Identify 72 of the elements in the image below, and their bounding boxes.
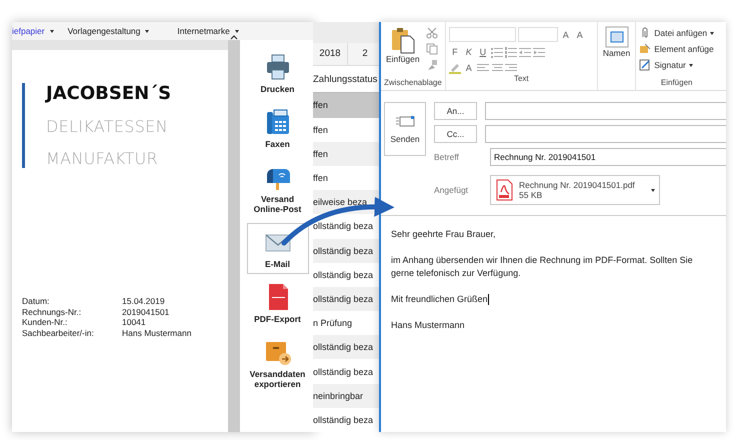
action-button[interactable]: PDF-Export [246,278,308,329]
attachment-name: Rechnung Nr. 2019041501.pdf [519,180,636,190]
detail-value: Hans Mustermann [122,328,192,338]
copy-icon[interactable] [426,43,438,55]
attachment-icon [639,43,652,55]
group-label: Zwischenablage [384,78,442,89]
subject-field[interactable]: Rechnung Nr. 2019041501 [490,148,726,166]
format-button[interactable]: K [462,47,475,57]
outdent-icon[interactable] [518,46,531,58]
subject-label: Betreff [434,152,460,162]
format-button[interactable]: U [476,47,489,57]
address-field[interactable] [485,125,726,143]
action-button[interactable]: E-Mail [246,223,308,274]
body-text: im Anhang übersenden wir Ihnen die Rechnung im PDF-Format. Sollten Sie [391,254,693,267]
scissors-icon[interactable] [426,27,438,39]
attached-label: Angefügt [434,185,470,195]
group-label: Text [512,74,530,85]
company-subtitle: DELIKATESSEN [46,117,169,136]
detail-value: 10041 [122,317,147,328]
action-button[interactable]: Faxen [246,103,308,154]
send-button[interactable]: Senden [384,102,426,156]
attachment-chip[interactable]: Rechnung Nr. 2019041501.pdf 55 KB [490,175,660,205]
company-name: JACOBSEN´S [46,83,172,104]
body-text: gerne telefonisch zur Verfügung. [391,267,521,280]
names-button[interactable]: Namen [600,24,632,60]
recipient-button[interactable]: An... [434,102,477,120]
menu-item[interactable]: Internetmarke [177,26,239,36]
menu-item[interactable]: Vorlagengestaltung [68,26,150,36]
detail-label: Sachbearbeiter/-in: [22,328,95,338]
paste-button[interactable]: Einfügen [384,24,422,78]
ribbon-button[interactable]: Signatur [639,59,714,71]
body-text: Sehr geehrte Frau Brauer, [391,228,496,241]
group-label: Einfügen [660,78,694,89]
ribbon-button[interactable]: Datei anfügen [639,27,714,39]
attachment-size: 55 KB [519,190,544,200]
indent-icon[interactable] [532,46,545,58]
send-mail-icon [395,114,415,128]
detail-label: Datum: [22,296,50,306]
action-button[interactable]: Versand Online-Post [246,158,308,219]
recipient-button[interactable]: Cc... [434,125,477,143]
shrink-font-button[interactable]: A [574,30,586,40]
align-right-icon[interactable] [504,62,517,74]
action-button[interactable]: Versanddaten exportieren [246,333,308,394]
ribbon-button[interactable]: Element anfüge [639,43,714,55]
company-subtitle: MANUFAKTUR [46,149,159,168]
address-book-icon [604,26,629,48]
message-body[interactable]: Sehr geehrte Frau Brauer, im Anhang übersenden wir Ihnen die Rechnung im PDF-Format. Sollten Sie gerne telefonisch zur Verfügung. Mit freundlichen Grüßen Hans Mustermann [381,215,726,332]
body-text: Hans Mustermann [391,319,465,332]
align-left-icon[interactable] [476,62,489,74]
format-button[interactable]: F [448,47,461,57]
action-button[interactable]: Drucken [246,48,308,99]
detail-value: 2019041501 [122,306,170,317]
font-size-field[interactable] [518,27,558,42]
detail-label: Kunden-Nr.: [22,317,68,328]
align-center-icon[interactable] [490,62,503,74]
address-field[interactable] [485,102,726,120]
brush-icon[interactable] [426,59,438,71]
menu-item[interactable]: iefpapier [12,26,54,36]
body-text: Mit freundlichen Grüßen [391,293,488,306]
font-color-button[interactable]: A [462,63,475,73]
chevron-up-icon[interactable] [230,34,238,40]
detail-label: Rechnungs-Nr.: [22,306,82,317]
pdf-file-icon [495,179,513,201]
detail-value: 15.04.2019 [122,296,166,306]
font-name-field[interactable] [448,27,516,42]
text-cursor [488,294,489,305]
signature-icon [639,59,652,71]
bullet-list-icon[interactable] [490,46,503,58]
numbered-list-icon[interactable] [504,46,517,58]
highlighter-icon[interactable] [448,62,461,74]
grow-font-button[interactable]: A [560,30,572,40]
clipboard-icon [390,26,416,54]
